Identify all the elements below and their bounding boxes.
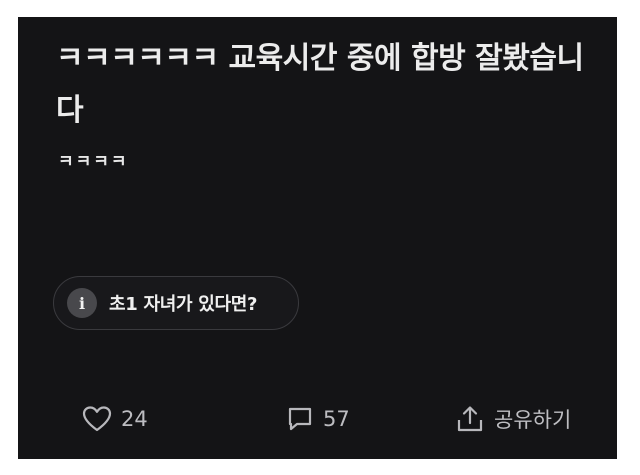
share-icon <box>455 404 485 434</box>
comment-button[interactable]: 57 <box>286 397 350 441</box>
like-button[interactable]: 24 <box>82 397 148 441</box>
post-card: ㅋㅋㅋㅋㅋㅋ 교육시간 중에 합방 잘봤습니다 ㅋㅋㅋㅋ i 초1 자녀가 있다… <box>18 17 617 459</box>
like-count: 24 <box>121 407 148 431</box>
share-label: 공유하기 <box>494 408 572 432</box>
info-chip-label: 초1 자녀가 있다면? <box>109 294 258 315</box>
share-button[interactable]: 공유하기 <box>455 397 571 441</box>
info-icon: i <box>67 288 97 318</box>
comment-icon <box>286 405 314 433</box>
info-chip-button[interactable]: i 초1 자녀가 있다면? <box>53 276 299 330</box>
action-bar: 24 57 공유하기 <box>18 397 617 441</box>
post-body: ㅋㅋㅋㅋ <box>58 152 129 172</box>
comment-count: 57 <box>323 407 350 431</box>
post-title: ㅋㅋㅋㅋㅋㅋ 교육시간 중에 합방 잘봤습니다 <box>56 41 584 128</box>
heart-icon <box>82 405 112 433</box>
